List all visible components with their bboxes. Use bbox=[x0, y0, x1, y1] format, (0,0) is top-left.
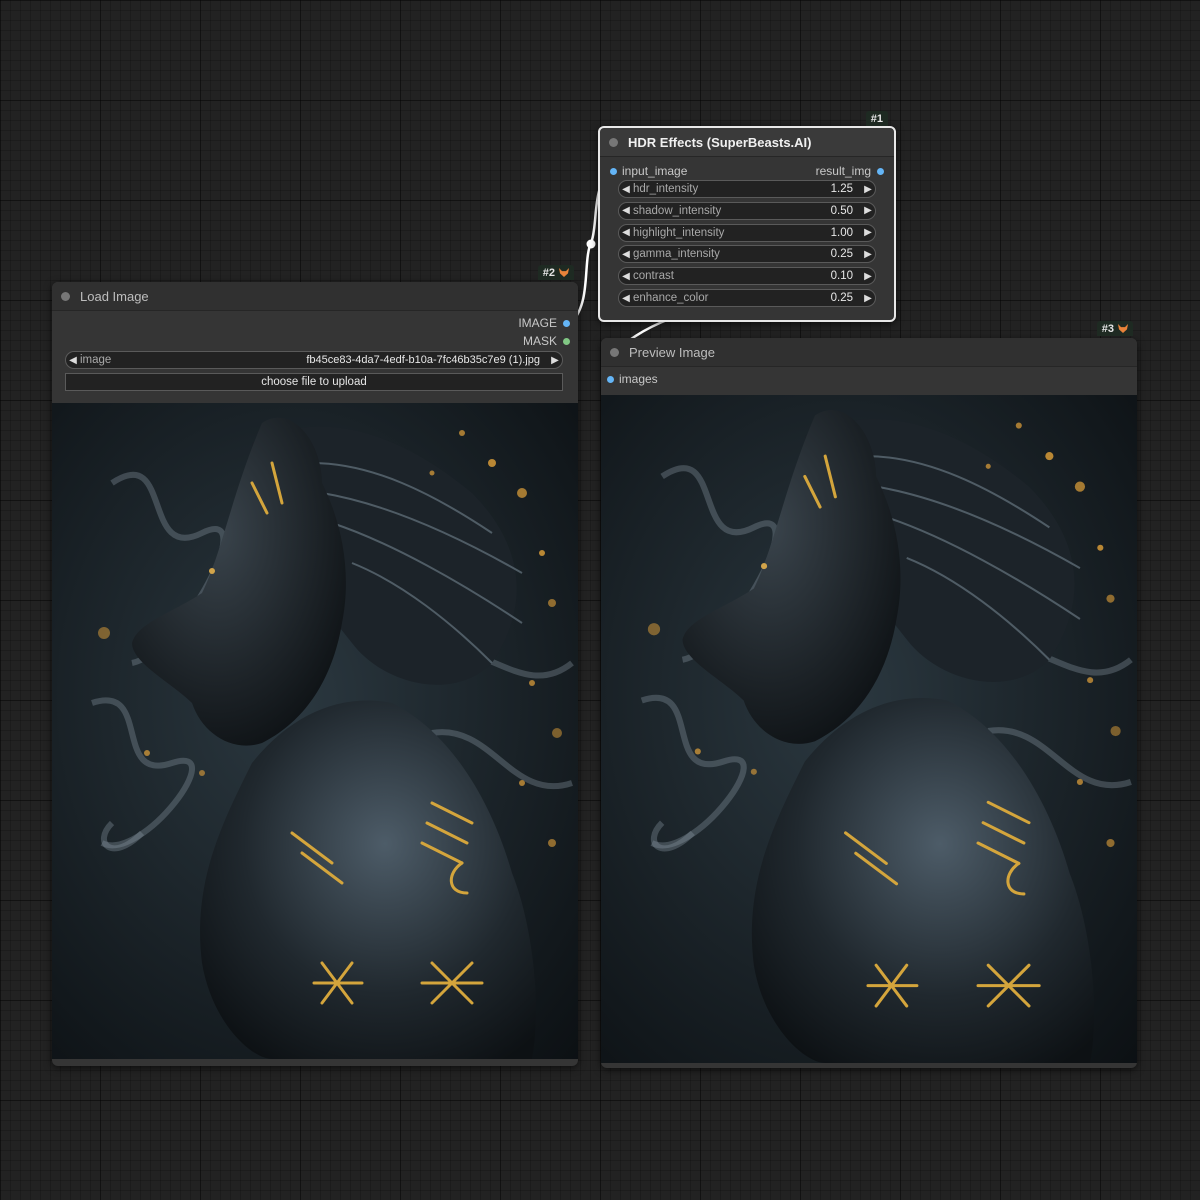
collapse-dot-icon[interactable] bbox=[61, 291, 70, 301]
node-title: Preview Image bbox=[629, 344, 715, 360]
triangle-left-icon[interactable]: ◀ bbox=[619, 293, 633, 304]
output-label: IMAGE bbox=[518, 316, 557, 330]
widget-value: 0.50 bbox=[830, 204, 853, 217]
triangle-left-icon[interactable]: ◀ bbox=[66, 355, 80, 366]
image-preview bbox=[52, 403, 578, 1059]
triangle-right-icon[interactable]: ▶ bbox=[861, 184, 875, 195]
input-slot-images[interactable]: images bbox=[607, 372, 658, 386]
output-label: result_img bbox=[815, 164, 871, 178]
slider-widget-gamma-intensity[interactable]: ◀ gamma_intensity 0.25 ▶ bbox=[618, 245, 876, 264]
slider-widget-hdr-intensity[interactable]: ◀ hdr_intensity 1.25 ▶ bbox=[618, 180, 876, 198]
node-title-bar[interactable]: Load Image bbox=[52, 282, 578, 311]
node-id-badge: #1 bbox=[865, 111, 888, 126]
triangle-left-icon[interactable]: ◀ bbox=[619, 271, 633, 282]
triangle-right-icon[interactable]: ▶ bbox=[861, 293, 875, 304]
triangle-left-icon[interactable]: ◀ bbox=[619, 227, 633, 238]
widget-label: contrast bbox=[633, 270, 674, 283]
fox-icon bbox=[1118, 324, 1128, 333]
beast-artwork bbox=[52, 403, 578, 1059]
output-label: MASK bbox=[522, 334, 557, 348]
triangle-left-icon[interactable]: ◀ bbox=[619, 205, 633, 216]
input-dot-icon[interactable] bbox=[607, 375, 614, 383]
input-label: images bbox=[619, 372, 658, 386]
output-slot-result-img[interactable]: result_img bbox=[816, 164, 884, 178]
collapse-dot-icon[interactable] bbox=[609, 137, 618, 147]
widget-label: shadow_intensity bbox=[633, 204, 722, 217]
triangle-right-icon[interactable]: ▶ bbox=[548, 355, 562, 366]
widget-value: fb45ce83-4da7-4edf-b10a-7fc46b35c7e9 (1)… bbox=[306, 354, 540, 366]
input-slot-input-image[interactable]: input_image bbox=[610, 164, 687, 178]
node-id-badge: #3 bbox=[1096, 321, 1133, 336]
widget-value: 0.10 bbox=[830, 270, 853, 283]
preview-image-node[interactable]: #3 Preview Image images bbox=[601, 321, 1137, 1068]
image-preview bbox=[601, 395, 1137, 1063]
widget-value: 1.00 bbox=[830, 226, 853, 239]
widget-label: gamma_intensity bbox=[633, 248, 720, 261]
node-title-bar[interactable]: Preview Image bbox=[601, 338, 1137, 367]
triangle-right-icon[interactable]: ▶ bbox=[861, 205, 875, 216]
output-slot-image[interactable]: IMAGE bbox=[518, 316, 570, 330]
beast-artwork bbox=[601, 395, 1137, 1063]
output-slot-mask[interactable]: MASK bbox=[523, 334, 570, 348]
slider-widget-shadow-intensity[interactable]: ◀ shadow_intensity 0.50 ▶ bbox=[618, 201, 876, 220]
slider-widget-enhance-color[interactable]: ◀ enhance_color 0.25 ▶ bbox=[618, 289, 876, 307]
collapse-dot-icon[interactable] bbox=[610, 347, 619, 357]
output-dot-icon[interactable] bbox=[563, 337, 570, 345]
triangle-right-icon[interactable]: ▶ bbox=[861, 227, 875, 238]
triangle-left-icon[interactable]: ◀ bbox=[619, 249, 633, 260]
image-combo-widget[interactable]: ◀ image fb45ce83-4da7-4edf-b10a-7fc46b35… bbox=[65, 351, 563, 369]
output-dot-icon[interactable] bbox=[563, 319, 570, 327]
widget-value: 1.25 bbox=[830, 183, 853, 195]
slider-widget-highlight-intensity[interactable]: ◀ highlight_intensity 1.00 ▶ bbox=[618, 223, 876, 242]
triangle-right-icon[interactable]: ▶ bbox=[861, 249, 875, 260]
input-dot-icon[interactable] bbox=[610, 167, 617, 175]
input-label: input_image bbox=[622, 164, 688, 178]
widget-label: highlight_intensity bbox=[633, 226, 725, 239]
triangle-left-icon[interactable]: ◀ bbox=[619, 184, 633, 195]
widget-label: hdr_intensity bbox=[633, 183, 699, 195]
fox-icon bbox=[559, 268, 569, 277]
node-title-bar[interactable]: HDR Effects (SuperBeasts.AI) bbox=[600, 128, 894, 157]
widget-label: enhance_color bbox=[633, 292, 709, 304]
triangle-right-icon[interactable]: ▶ bbox=[861, 271, 875, 282]
node-title: HDR Effects (SuperBeasts.AI) bbox=[628, 134, 812, 150]
link-midpoint-dot bbox=[586, 239, 596, 249]
node-title: Load Image bbox=[80, 288, 149, 304]
hdr-effects-node[interactable]: #1 HDR Effects (SuperBeasts.AI) input_im… bbox=[598, 111, 896, 322]
slider-widget-contrast[interactable]: ◀ contrast 0.10 ▶ bbox=[618, 267, 876, 286]
output-dot-icon[interactable] bbox=[877, 167, 884, 175]
widget-value: 0.25 bbox=[830, 248, 853, 261]
widget-label: image bbox=[80, 354, 112, 366]
node-id-badge: #2 bbox=[537, 265, 574, 280]
widget-value: 0.25 bbox=[830, 292, 853, 304]
load-image-node[interactable]: #2 Load Image IMAGE MASK ◀ image fb45ce8… bbox=[52, 265, 578, 1066]
upload-button[interactable]: choose file to upload bbox=[65, 373, 563, 391]
